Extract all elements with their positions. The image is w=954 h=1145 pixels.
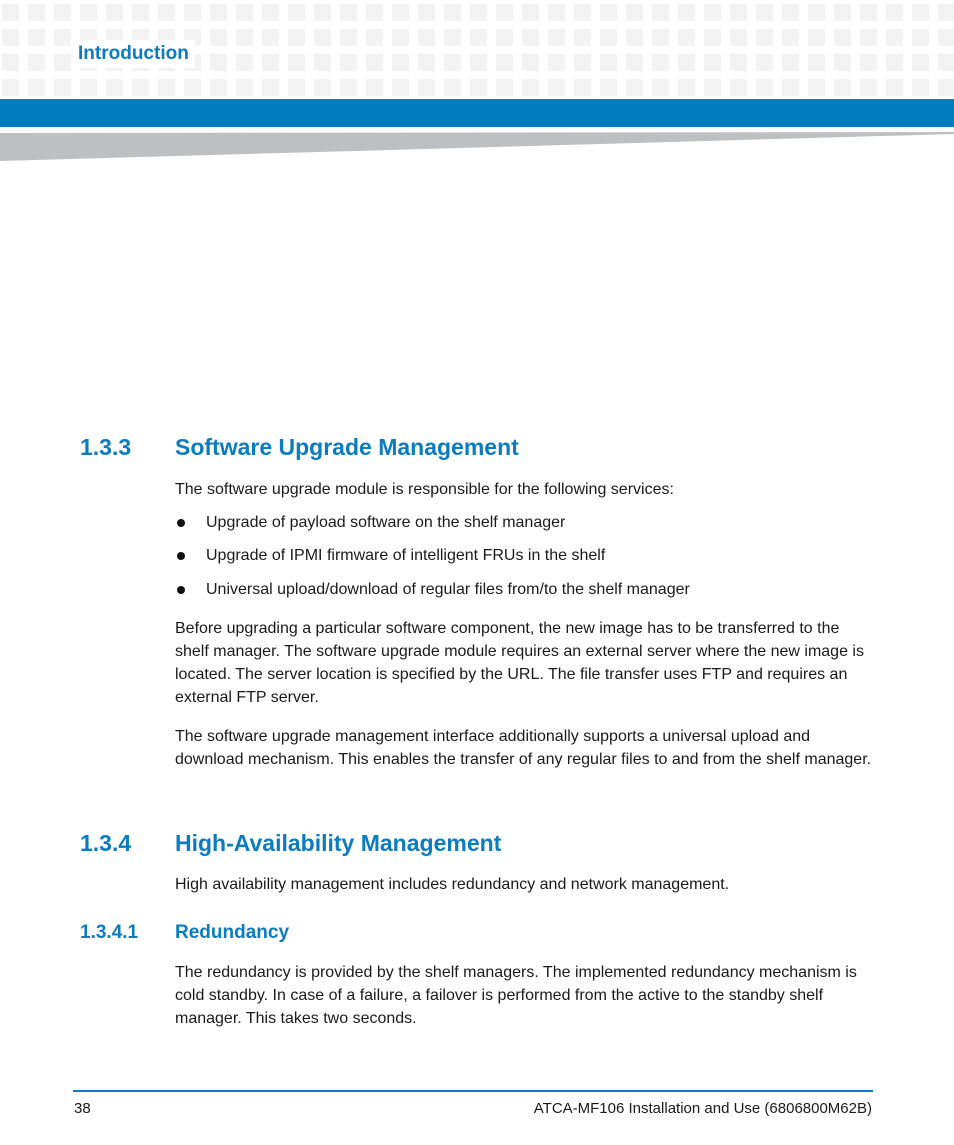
section-title: Software Upgrade Management <box>175 434 519 460</box>
section-title: High-Availability Management <box>175 830 502 856</box>
subsection-heading-1-3-4-1: 1.3.4.1 Redundancy <box>80 921 289 945</box>
body-paragraph: The software upgrade management interfac… <box>175 728 872 768</box>
header-pattern: Introduction <box>0 0 954 96</box>
section-number: 1.3.4.1 <box>80 922 139 943</box>
section-intro: High availability management includes re… <box>175 876 730 893</box>
bullet-icon <box>177 586 185 594</box>
header-blue-band <box>0 99 954 127</box>
body-paragraph: The redundancy is provided by the shelf … <box>175 964 857 1027</box>
list-item-text: Universal upload/download of regular fil… <box>206 581 690 598</box>
section-heading-1-3-4: 1.3.4 High-Availability Management <box>80 829 501 857</box>
section-number: 1.3.4 <box>80 830 132 856</box>
body-paragraph: Before upgrading a particular software c… <box>175 620 864 706</box>
header-grey-wedge <box>0 132 954 161</box>
chapter-title: Introduction <box>72 40 195 68</box>
grey-wedge-shape <box>0 132 954 161</box>
section-intro: The software upgrade module is responsib… <box>175 481 674 498</box>
footer-divider <box>73 1090 873 1092</box>
section-title: Redundancy <box>175 922 290 943</box>
list-item-text: Upgrade of payload software on the shelf… <box>206 514 566 531</box>
list-item-text: Upgrade of IPMI firmware of intelligent … <box>206 547 606 564</box>
bullet-icon <box>177 552 185 560</box>
document-title: ATCA-MF106 Installation and Use (6806800… <box>533 1100 872 1117</box>
section-number: 1.3.3 <box>80 434 132 460</box>
page-number: 38 <box>74 1100 91 1117</box>
bullet-icon <box>177 519 185 527</box>
section-heading-1-3-3: 1.3.3 Software Upgrade Management <box>80 433 519 461</box>
